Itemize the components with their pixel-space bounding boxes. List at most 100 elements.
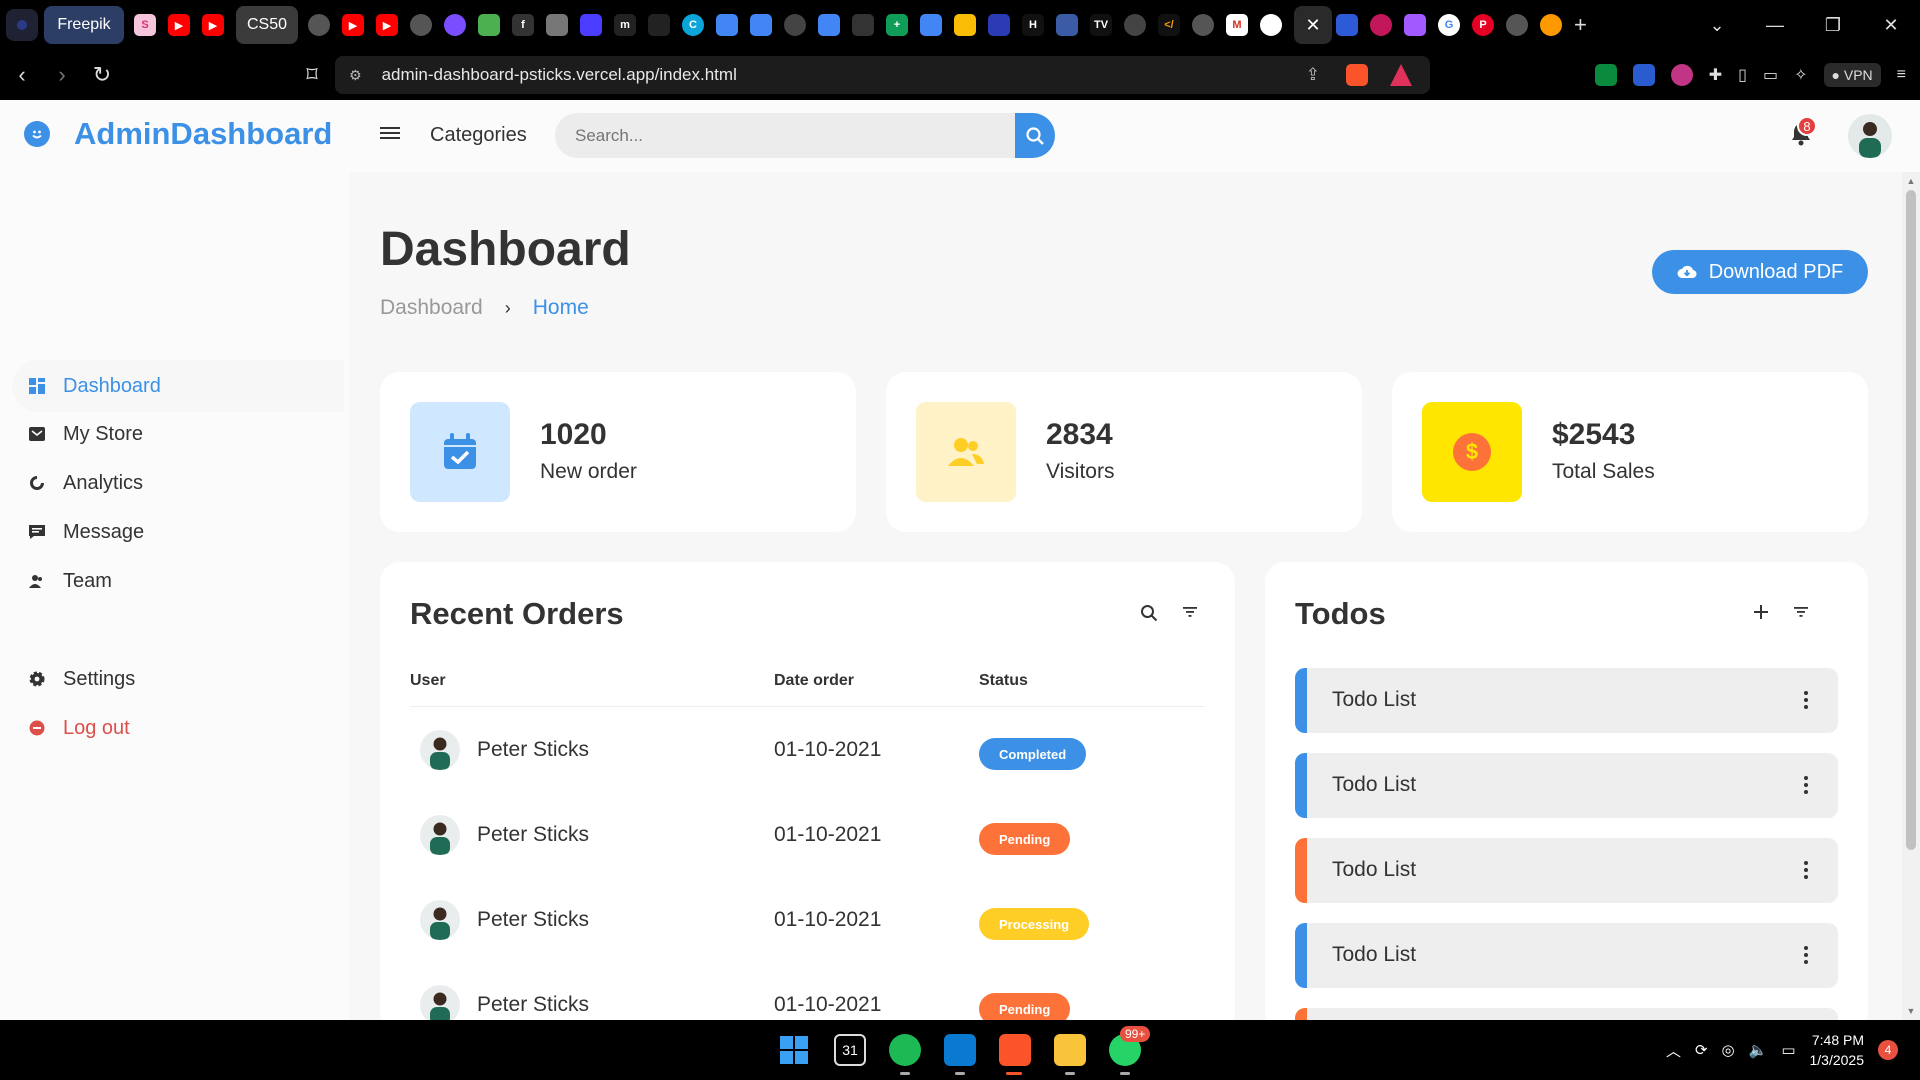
sidebar-item-logout[interactable]: Log out bbox=[12, 702, 344, 754]
youtube-icon[interactable]: ▶ bbox=[376, 14, 398, 36]
todo-item[interactable]: Todo List bbox=[1295, 753, 1838, 818]
openai-icon[interactable] bbox=[1124, 14, 1146, 36]
more-vertical-icon[interactable] bbox=[1804, 946, 1808, 967]
address-bar[interactable]: ⚙ admin-dashboard-psticks.vercel.app/ind… bbox=[335, 56, 1430, 94]
google-drive-icon[interactable] bbox=[954, 14, 976, 36]
drive-icon[interactable] bbox=[750, 14, 772, 36]
sidebar-item-analytics[interactable]: Analytics bbox=[12, 457, 344, 509]
workspace-button[interactable] bbox=[6, 9, 38, 41]
forward-icon[interactable]: › bbox=[44, 62, 80, 88]
search-input[interactable] bbox=[555, 113, 1015, 158]
scroll-down-icon[interactable]: ▼ bbox=[1906, 1006, 1916, 1016]
file-explorer-icon[interactable] bbox=[1054, 1034, 1086, 1066]
vpn-button[interactable]: ● VPN bbox=[1823, 63, 1881, 87]
globe-icon[interactable] bbox=[1506, 14, 1528, 36]
hamburger-menu-icon[interactable] bbox=[380, 124, 400, 142]
filter-icon[interactable] bbox=[1182, 604, 1198, 618]
tab-list-chevron-icon[interactable]: ⌄ bbox=[1688, 15, 1746, 36]
github-icon[interactable] bbox=[1260, 14, 1282, 36]
youtube-icon[interactable]: ▶ bbox=[202, 14, 224, 36]
breadcrumb-item[interactable]: Dashboard bbox=[380, 296, 483, 320]
chart-icon[interactable] bbox=[1056, 14, 1078, 36]
letter-f-icon[interactable]: f bbox=[512, 14, 534, 36]
more-vertical-icon[interactable] bbox=[1804, 776, 1808, 797]
battery-icon[interactable]: ▭ bbox=[1781, 1041, 1795, 1059]
notion-icon[interactable] bbox=[648, 14, 670, 36]
plus-icon[interactable] bbox=[1753, 604, 1769, 620]
gmail-icon[interactable]: M bbox=[1226, 14, 1248, 36]
page-scrollbar[interactable]: ▲ ▼ bbox=[1902, 172, 1920, 1020]
slash-icon[interactable] bbox=[852, 14, 874, 36]
extension-icon[interactable] bbox=[1632, 64, 1655, 86]
figma-icon[interactable] bbox=[1404, 14, 1426, 36]
active-tab-close-icon[interactable]: ✕ bbox=[1294, 6, 1332, 44]
todo-item[interactable] bbox=[1295, 1008, 1838, 1020]
leo-ai-icon[interactable]: ✧ bbox=[1794, 65, 1807, 85]
search-button[interactable] bbox=[1015, 113, 1055, 158]
browser-menu-icon[interactable]: ≡ bbox=[1897, 66, 1906, 84]
filter-icon[interactable] bbox=[1793, 604, 1809, 618]
sidebar-item-message[interactable]: Message bbox=[12, 506, 344, 558]
categories-link[interactable]: Categories bbox=[430, 124, 527, 147]
more-vertical-icon[interactable] bbox=[1804, 861, 1808, 882]
chevron-up-icon[interactable]: ︿ bbox=[1666, 1040, 1681, 1061]
scroll-thumb[interactable] bbox=[1906, 190, 1916, 850]
todo-item[interactable]: Todo List bbox=[1295, 923, 1838, 988]
close-window-icon[interactable]: ✕ bbox=[1862, 15, 1920, 36]
docs-icon[interactable] bbox=[818, 14, 840, 36]
volume-icon[interactable]: 🔈 bbox=[1749, 1041, 1768, 1059]
circle-app-icon[interactable] bbox=[444, 14, 466, 36]
sidebar-toggle-icon[interactable]: ▯ bbox=[1738, 65, 1747, 85]
pinterest-icon[interactable]: P bbox=[1472, 14, 1494, 36]
minimize-icon[interactable]: — bbox=[1746, 15, 1804, 36]
download-pdf-button[interactable]: Download PDF bbox=[1652, 250, 1868, 294]
table-row[interactable]: Peter Sticks 01-10-2021 Pending bbox=[410, 963, 1205, 1020]
sidebar-item-my-store[interactable]: My Store bbox=[12, 408, 344, 460]
leaf-icon[interactable] bbox=[478, 14, 500, 36]
todo-item[interactable]: Todo List bbox=[1295, 668, 1838, 733]
tab-cs50[interactable]: CS50 bbox=[236, 6, 298, 44]
tab-freepik[interactable]: Freepik bbox=[44, 6, 124, 44]
todo-item[interactable]: Todo List bbox=[1295, 838, 1838, 903]
extension-icon[interactable] bbox=[1594, 64, 1617, 86]
sync-icon[interactable]: ⟳ bbox=[1695, 1041, 1708, 1059]
restore-icon[interactable]: ❐ bbox=[1804, 15, 1862, 36]
spiral-icon[interactable] bbox=[1370, 14, 1392, 36]
back-icon[interactable]: ‹ bbox=[4, 62, 40, 88]
table-row[interactable]: Peter Sticks 01-10-2021 Completed bbox=[410, 708, 1205, 793]
table-row[interactable]: Peter Sticks 01-10-2021 Pending bbox=[410, 793, 1205, 878]
video-icon[interactable] bbox=[580, 14, 602, 36]
spotify-icon[interactable] bbox=[889, 1034, 921, 1066]
globe-icon[interactable] bbox=[308, 14, 330, 36]
code-icon[interactable]: </ bbox=[1158, 14, 1180, 36]
brave-rewards-icon[interactable] bbox=[1390, 64, 1412, 86]
globe-icon[interactable] bbox=[1192, 14, 1214, 36]
google-icon[interactable]: G bbox=[1438, 14, 1460, 36]
brave-shield-icon[interactable] bbox=[1346, 64, 1368, 86]
scroll-up-icon[interactable]: ▲ bbox=[1906, 176, 1916, 186]
tradingview-icon[interactable]: TV bbox=[1090, 14, 1112, 36]
extension-tab-icon[interactable] bbox=[1540, 14, 1562, 36]
breadcrumb-item-active[interactable]: Home bbox=[533, 296, 589, 320]
notification-count-badge[interactable]: 4 bbox=[1878, 1040, 1898, 1060]
site-settings-icon[interactable]: ⚙ bbox=[349, 67, 362, 84]
brave-browser-icon[interactable] bbox=[999, 1034, 1031, 1066]
new-tab-icon[interactable]: + bbox=[1574, 12, 1587, 38]
sidebar-item-dashboard[interactable]: Dashboard bbox=[12, 360, 344, 412]
letter-h-icon[interactable]: H bbox=[1022, 14, 1044, 36]
sheets-icon[interactable]: + bbox=[886, 14, 908, 36]
table-row[interactable]: Peter Sticks 01-10-2021 Processing bbox=[410, 878, 1205, 963]
brand[interactable]: AdminDashboard bbox=[24, 116, 332, 152]
clock[interactable]: 7:48 PM 1/3/2025 bbox=[1810, 1030, 1865, 1070]
canva-icon[interactable]: C bbox=[682, 14, 704, 36]
extension-icon[interactable] bbox=[1670, 64, 1693, 86]
letter-m-icon[interactable]: m bbox=[614, 14, 636, 36]
reload-icon[interactable]: ↻ bbox=[84, 62, 120, 88]
grid-icon[interactable] bbox=[546, 14, 568, 36]
network-globe-icon[interactable]: ◎ bbox=[1722, 1041, 1735, 1059]
forms-icon[interactable] bbox=[1336, 14, 1358, 36]
youtube-icon[interactable]: ▶ bbox=[342, 14, 364, 36]
profile-avatar[interactable] bbox=[1848, 114, 1892, 158]
youtube-icon[interactable]: ▶ bbox=[168, 14, 190, 36]
globe-icon[interactable] bbox=[410, 14, 432, 36]
